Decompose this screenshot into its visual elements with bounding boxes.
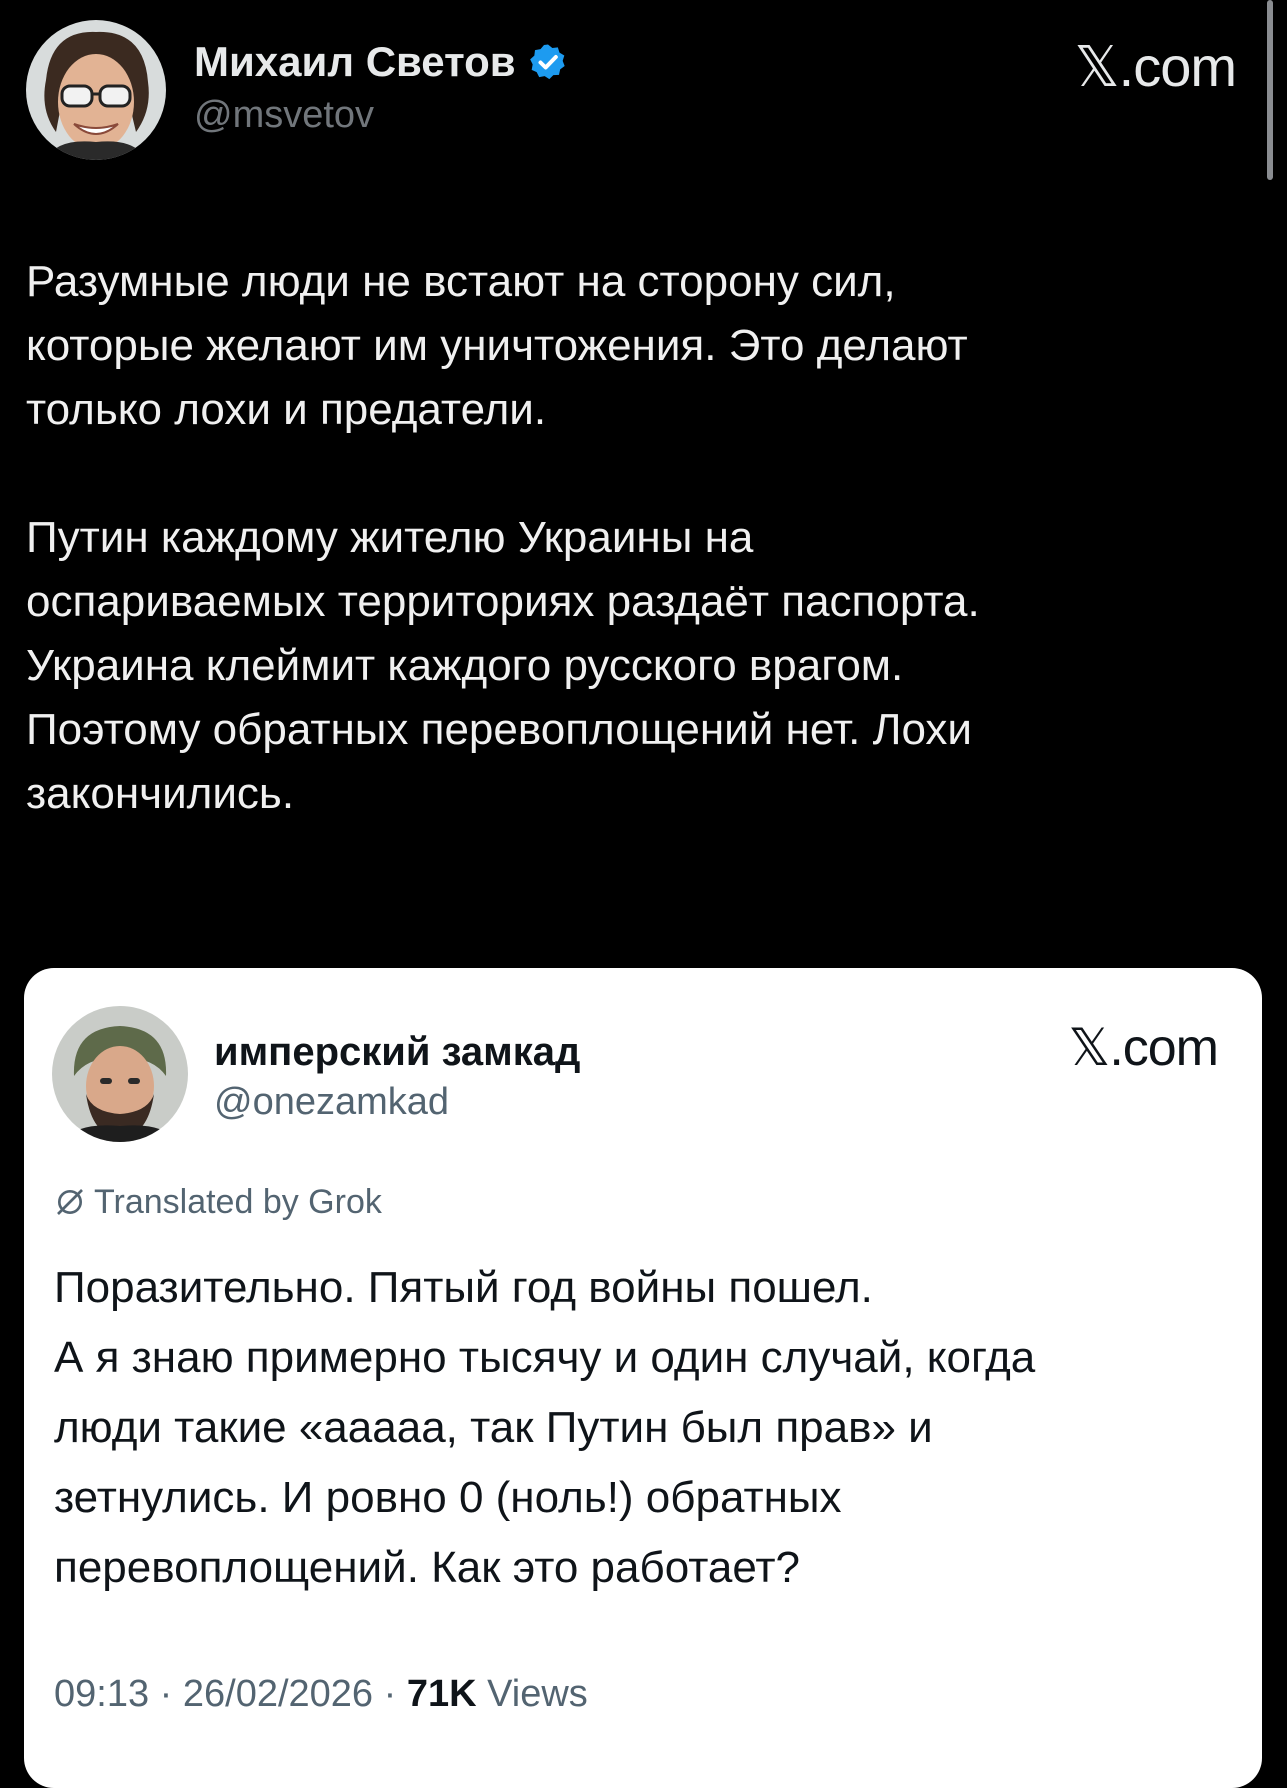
translated-label: Translated by Grok: [94, 1183, 382, 1221]
meta-separator: ·: [383, 1673, 407, 1715]
quoted-author-name[interactable]: имперский замкад: [214, 1030, 580, 1075]
translated-by-grok[interactable]: Translated by Grok: [54, 1183, 382, 1222]
author-handle[interactable]: @msvetov: [194, 94, 568, 137]
quoted-author-info: имперский замкад @onezamkad: [214, 1030, 580, 1124]
post-body: Разумные люди не встают на сторону сил, …: [26, 250, 1236, 826]
post-time[interactable]: 09:13: [54, 1673, 149, 1715]
grok-icon: [57, 1189, 83, 1215]
verified-badge-icon: [530, 44, 565, 80]
quoted-post-card[interactable]: имперский замкад @onezamkad 𝕏.com Transl…: [24, 968, 1262, 1788]
quoted-author-avatar[interactable]: [52, 1006, 188, 1142]
scrollbar[interactable]: [1267, 0, 1273, 180]
author-avatar[interactable]: [26, 20, 166, 160]
views-label: Views: [487, 1673, 588, 1715]
post-paragraph-1: Разумные люди не встают на сторону сил, …: [26, 257, 968, 434]
x-com-label: 𝕏.com: [1074, 34, 1237, 100]
quoted-x-com-label: 𝕏.com: [1068, 1018, 1219, 1078]
post-date[interactable]: 26/02/2026: [183, 1673, 373, 1715]
author-name[interactable]: Михаил Светов: [194, 38, 516, 86]
quoted-post-meta: 09:13 · 26/02/2026 · 71K Views: [54, 1673, 588, 1716]
author-info: Михаил Светов @msvetov: [194, 38, 568, 137]
views-count: 71K: [406, 1673, 477, 1715]
post-paragraph-2: Путин каждому жителю Украины на оспарива…: [26, 513, 980, 818]
quoted-author-handle[interactable]: @onezamkad: [214, 1081, 580, 1124]
post-header: Михаил Светов @msvetov 𝕏.com: [26, 20, 1237, 160]
quoted-x-logo-label: 𝕏.com: [1068, 1019, 1219, 1077]
quoted-post-text: Поразительно. Пятый год войны пошел. А я…: [54, 1263, 1036, 1592]
x-logo-label: 𝕏.com: [1074, 35, 1237, 98]
meta-separator: ·: [159, 1673, 183, 1715]
